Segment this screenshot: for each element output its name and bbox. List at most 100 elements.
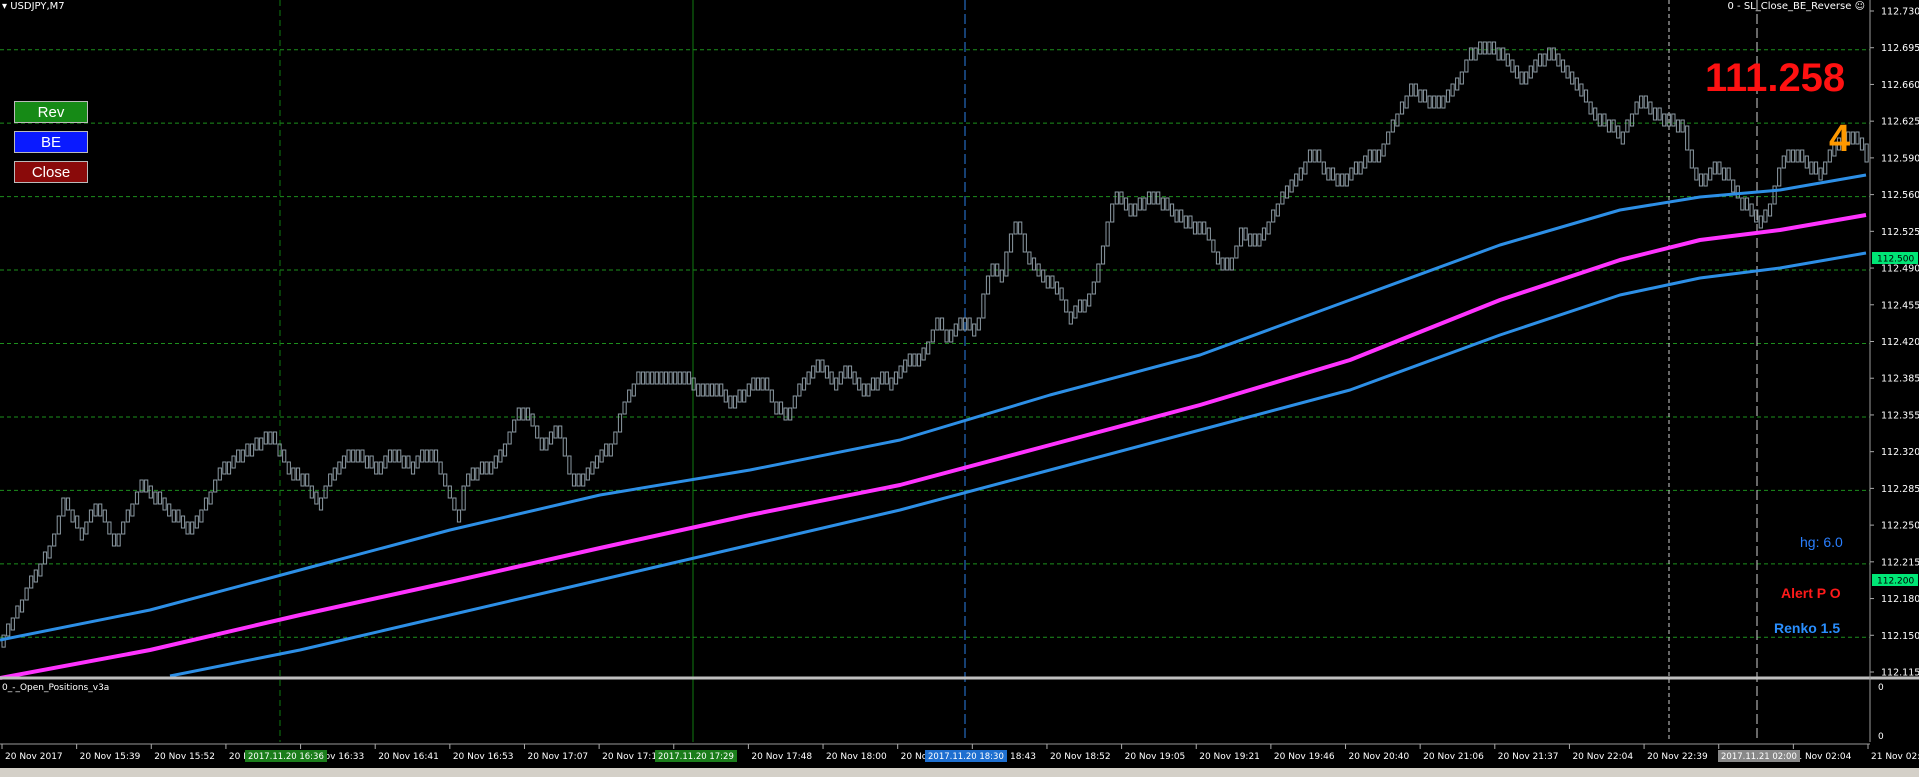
renko-brick <box>1675 119 1681 133</box>
renko-brick <box>1579 83 1584 97</box>
price-chart[interactable]: 112.730 112.695 112.660 112.625 112.590 112.5… <box>0 0 1919 777</box>
renko-brick <box>93 503 98 517</box>
renko-brick <box>1450 83 1455 97</box>
renko-brick <box>148 485 153 499</box>
renko-brick <box>1777 167 1782 187</box>
renko-brick <box>926 341 931 355</box>
renko-brick <box>286 461 291 475</box>
renko-brick <box>484 461 489 475</box>
price-label: 112.695 <box>1881 43 1919 54</box>
renko-brick <box>1482 41 1487 55</box>
renko-brick <box>1823 161 1828 175</box>
smiley-icon: ☺ <box>1854 1 1865 12</box>
time-label: 21 Nov 02:20 <box>1871 752 1919 762</box>
renko-brick <box>567 455 572 475</box>
renko-brick <box>203 497 209 511</box>
renko-brick <box>75 515 80 529</box>
renko-brick <box>213 479 218 493</box>
renko-brick <box>590 461 595 475</box>
renko-brick <box>696 383 701 397</box>
renko-brick <box>870 377 876 391</box>
price-label: 112.455 <box>1881 300 1919 311</box>
renko-brick <box>673 371 678 385</box>
renko-brick <box>999 269 1004 283</box>
renko-brick <box>1059 287 1064 301</box>
renko-brick <box>360 449 365 463</box>
renko-brick <box>1004 251 1009 277</box>
price-label: 112.730 <box>1881 7 1919 18</box>
renko-brick <box>843 365 848 379</box>
renko-brick <box>1625 119 1630 133</box>
renko-brick <box>38 563 43 577</box>
renko-brick <box>1211 239 1216 253</box>
renko-brick <box>1763 209 1768 223</box>
renko-brick <box>636 371 641 385</box>
renko-brick <box>1206 227 1211 241</box>
renko-brick <box>659 371 664 385</box>
renko-brick <box>1307 149 1313 163</box>
renko-brick <box>1809 161 1814 175</box>
renko-brick <box>1013 221 1018 235</box>
renko-brick <box>249 443 255 457</box>
renko-brick <box>539 437 544 451</box>
renko-brick <box>443 473 448 487</box>
renko-brick <box>788 407 793 421</box>
renko-brick <box>1445 89 1451 103</box>
renko-brick <box>1367 149 1372 163</box>
renko-brick <box>1491 41 1497 55</box>
renko-brick <box>1740 197 1745 211</box>
price-label: 112.590 <box>1881 153 1919 164</box>
renko-brick <box>751 377 756 391</box>
renko-brick <box>1137 197 1142 211</box>
renko-brick <box>1165 197 1170 211</box>
chart-tabs-bar[interactable] <box>0 768 1919 777</box>
be-button[interactable]: BE <box>14 131 88 153</box>
rev-button[interactable]: Rev <box>14 101 88 123</box>
renko-brick <box>1413 83 1418 97</box>
renko-brick <box>1146 191 1152 205</box>
close-button[interactable]: Close <box>14 161 88 183</box>
renko-brick <box>604 443 609 457</box>
price-label: 112.490 <box>1881 264 1919 275</box>
renko-brick <box>1123 197 1129 211</box>
subwindow-scale-top: 0 <box>1878 683 1884 693</box>
renko-brick <box>916 353 922 367</box>
renko-brick <box>1767 203 1773 217</box>
renko-brick <box>1390 119 1395 133</box>
renko-brick <box>746 383 751 397</box>
renko-brick <box>1542 53 1547 67</box>
renko-brick <box>912 353 917 367</box>
renko-brick <box>668 371 673 385</box>
renko-brick <box>544 437 549 451</box>
renko-brick <box>1436 95 1441 109</box>
renko-brick <box>1381 143 1386 157</box>
renko-brick <box>1399 101 1405 115</box>
renko-brick <box>792 395 797 409</box>
renko-brick <box>525 407 531 421</box>
renko-brick <box>268 431 273 445</box>
renko-brick <box>401 455 406 469</box>
renko-brick <box>627 389 632 403</box>
expert-advisor-name: 0 - SL_Close_BE_Reverse ☺ <box>1727 1 1866 12</box>
renko-brick <box>185 521 190 535</box>
renko-brick <box>1418 89 1423 103</box>
renko-brick <box>1031 257 1037 271</box>
renko-brick <box>857 377 862 391</box>
renko-brick <box>728 395 733 409</box>
renko-brick <box>1556 53 1561 67</box>
renko-brick <box>1611 119 1616 133</box>
menu-triangle-icon[interactable]: ▾ <box>2 1 7 12</box>
renko-brick <box>1487 41 1492 55</box>
renko-brick <box>424 449 429 463</box>
renko-brick <box>861 383 866 397</box>
renko-brick <box>944 329 949 343</box>
renko-brick <box>898 365 903 379</box>
renko-brick <box>737 389 742 403</box>
renko-brick <box>134 491 140 505</box>
renko-bricks <box>1 41 1869 648</box>
renko-brick <box>1298 167 1303 181</box>
renko-brick <box>1850 131 1855 145</box>
renko-brick <box>949 329 954 343</box>
renko-brick <box>1464 59 1469 73</box>
time-label: 20 Nov 22:39 <box>1647 752 1708 762</box>
